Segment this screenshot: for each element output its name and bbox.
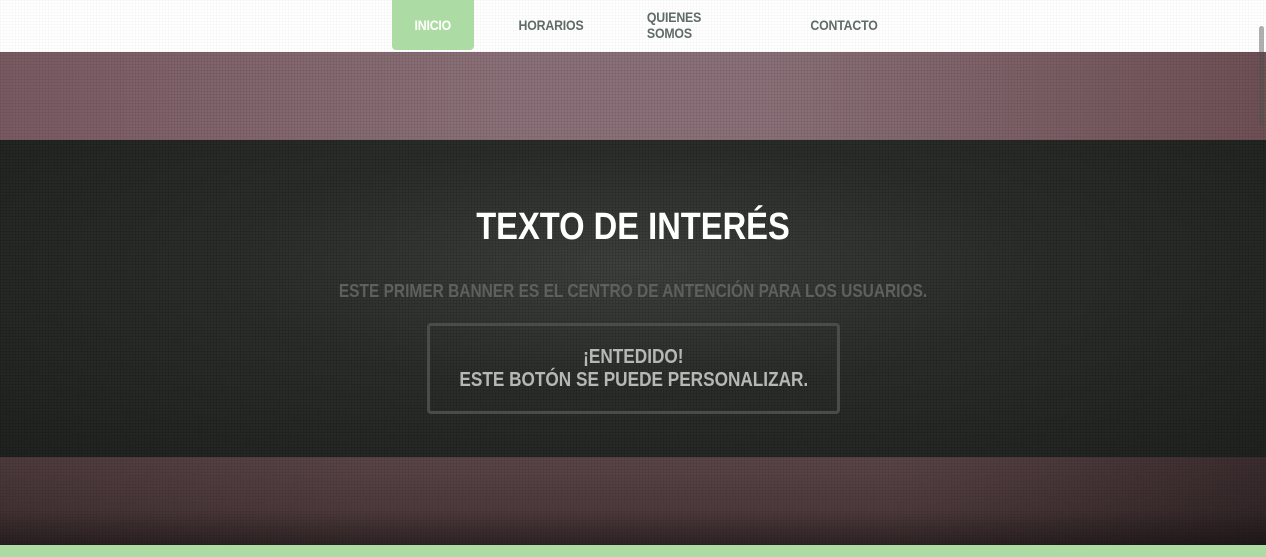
top-navbar: INICIO HORARIOS QUIENES SOMOS CONTACTO — [0, 0, 1266, 52]
band-shade — [0, 457, 1266, 545]
lower-texture-band — [0, 457, 1266, 545]
upper-texture-band — [0, 52, 1266, 140]
page-scrollbar[interactable] — [1257, 0, 1266, 557]
scrollbar-thumb[interactable] — [1259, 26, 1264, 126]
bottom-accent-strip — [0, 545, 1266, 557]
nav-item-label: INICIO — [414, 17, 452, 33]
banner-title: TEXTO DE INTERÉS — [476, 206, 790, 248]
nav-item-horarios[interactable]: HORARIOS — [515, 0, 587, 50]
banner-button-line1: ¡ENTEDIDO! — [583, 345, 684, 368]
nav-item-inicio[interactable]: INICIO — [392, 0, 474, 50]
banner-subtitle: ESTE PRIMER BANNER ES EL CENTRO DE ANTEN… — [338, 281, 928, 301]
banner-button-line2: ESTE BOTÓN SE PUEDE PERSONALIZAR. — [459, 368, 808, 391]
nav-item-label: HORARIOS — [518, 17, 584, 33]
banner-cta-button[interactable]: ¡ENTEDIDO! ESTE BOTÓN SE PUEDE PERSONALI… — [427, 323, 840, 414]
nav-item-label: QUIENES SOMOS — [646, 9, 702, 41]
nav-item-contacto[interactable]: CONTACTO — [810, 0, 879, 50]
hero-banner: TEXTO DE INTERÉS ESTE PRIMER BANNER ES E… — [0, 140, 1266, 457]
nav-item-quienes-somos[interactable]: QUIENES SOMOS — [647, 0, 748, 50]
page: INICIO HORARIOS QUIENES SOMOS CONTACTO T… — [0, 0, 1266, 557]
nav-item-label: CONTACTO — [810, 17, 878, 33]
